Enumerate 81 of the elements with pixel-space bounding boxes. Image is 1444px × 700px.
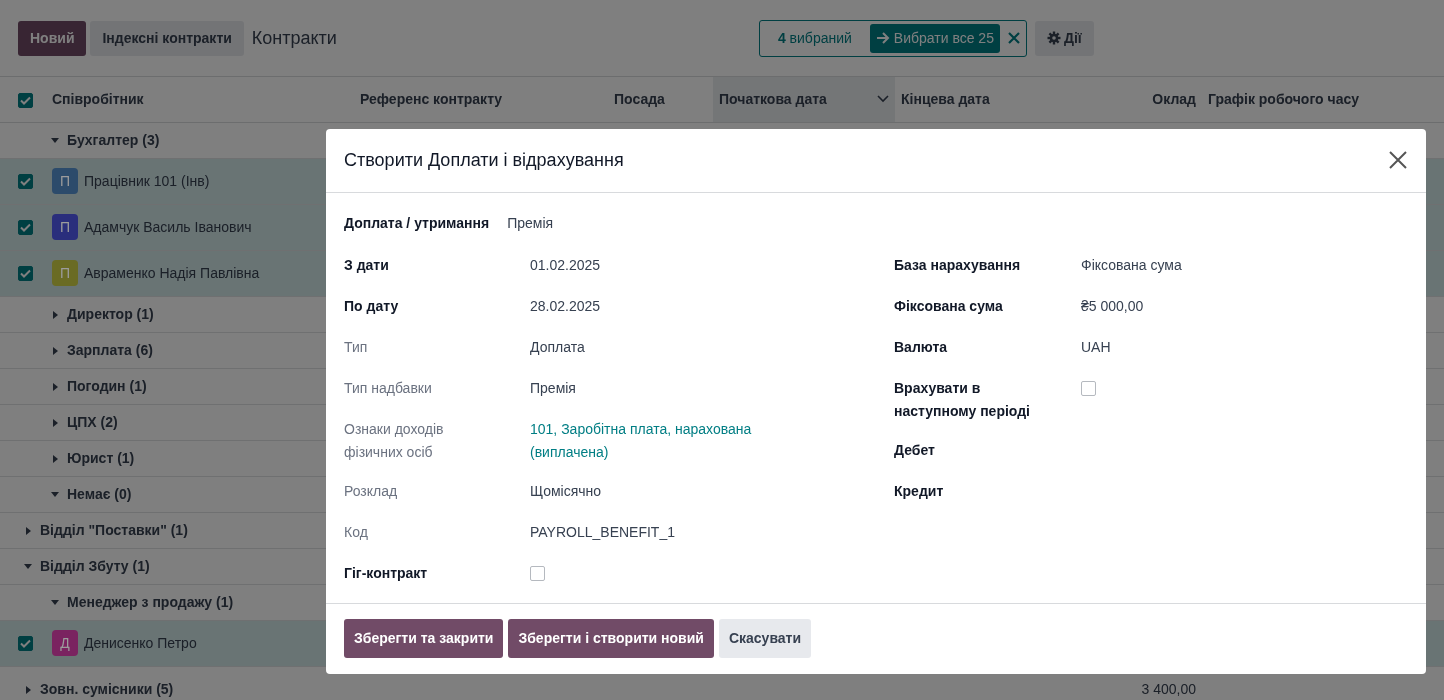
field-label: Врахувати в наступному періоді xyxy=(894,378,1031,421)
field-value: 01.02.2025 xyxy=(530,256,601,273)
selection-count: 4 вибраний xyxy=(777,28,852,48)
column-header[interactable]: Початкова дата xyxy=(713,77,895,122)
field-label: Кредит xyxy=(894,481,945,501)
arrow-right-icon xyxy=(875,32,890,44)
breadcrumb[interactable]: Контракти xyxy=(251,24,337,52)
dialog-button[interactable]: Зберегти і створити новий xyxy=(508,619,714,659)
column-header[interactable]: Кінцева дата xyxy=(895,77,1105,122)
dialog-title: Створити Доплати і відрахування xyxy=(344,149,624,172)
new-button[interactable]: Новий xyxy=(18,20,87,56)
employee-name: Авраменко Надія Павлівна xyxy=(84,264,260,281)
employee-name: Денисенко Петро xyxy=(84,634,197,651)
column-header[interactable]: Графік робочого часу xyxy=(1202,77,1444,122)
actions-button[interactable]: Дії xyxy=(1034,20,1094,56)
group-total: 3 400,00 xyxy=(1141,680,1196,697)
caret-icon xyxy=(51,453,59,464)
field-label: Доплата / утримання xyxy=(344,213,490,233)
field-value: Премія xyxy=(507,213,554,233)
avatar: П xyxy=(52,168,78,194)
caret-icon xyxy=(51,309,59,320)
field-label: Валюта xyxy=(894,337,949,357)
field-label: З дати xyxy=(344,255,390,275)
contracts-button[interactable]: Індексні контракти xyxy=(90,20,244,56)
gear-icon xyxy=(1046,31,1061,45)
group-row[interactable]: Немає (0) xyxy=(51,485,132,502)
checkbox[interactable] xyxy=(18,220,33,236)
avatar: Д xyxy=(52,630,78,656)
group-row[interactable]: Відділ "Поставки" (1) xyxy=(24,521,188,538)
checkbox[interactable] xyxy=(530,566,545,582)
checkbox[interactable] xyxy=(18,92,33,108)
caret-icon xyxy=(51,345,59,356)
field-label: Дебет xyxy=(894,440,936,460)
field-value: Щомісячно xyxy=(530,482,602,499)
caret-icon xyxy=(51,417,59,428)
column-header[interactable]: Оклад xyxy=(1105,77,1202,122)
field-label: По дату xyxy=(344,296,400,316)
group-row[interactable]: Погодин (1) xyxy=(51,377,147,394)
clear-selection-button[interactable] xyxy=(1005,32,1022,44)
field-value: 28.02.2025 xyxy=(530,297,601,314)
field-label: Фіксована сума xyxy=(894,296,1004,316)
column-header[interactable]: Референс контракту xyxy=(354,77,608,122)
group-row[interactable]: Юрист (1) xyxy=(51,449,135,466)
field-label: Гіг-контракт xyxy=(344,563,429,583)
field-value: UAH xyxy=(1081,338,1111,355)
group-row[interactable]: Бухгалтер (3) xyxy=(51,131,160,148)
caret-icon xyxy=(24,684,32,695)
employee-name: Адамчук Василь Іванович xyxy=(84,218,252,235)
checkbox[interactable] xyxy=(18,266,33,282)
field-label: Ознаки доходів фізичних осіб xyxy=(344,419,445,462)
column-header[interactable]: Співробітник xyxy=(46,77,354,122)
chevron-down-icon xyxy=(877,95,889,104)
group-row[interactable]: ЦПХ (2) xyxy=(51,413,118,430)
dialog-button[interactable]: Зберегти та закрити xyxy=(344,619,504,659)
avatar: П xyxy=(52,260,78,286)
employee-name: Працівник 101 (Інв) xyxy=(84,172,210,189)
field-value: PAYROLL_BENEFIT_1 xyxy=(530,523,675,540)
field-value: Фіксована сума xyxy=(1081,256,1182,273)
field-label: Код xyxy=(344,522,369,542)
dialog-button[interactable]: Скасувати xyxy=(718,619,812,659)
select-all-button[interactable]: Вибрати все 25 xyxy=(869,23,1000,53)
group-row[interactable]: Зарплата (6) xyxy=(51,341,153,358)
field-value: ₴5 000,00 xyxy=(1081,297,1144,314)
field-label: Тип надбавки xyxy=(344,378,433,398)
checkbox[interactable] xyxy=(18,636,33,652)
field-label: Тип xyxy=(344,337,369,357)
group-row[interactable]: Менеджер з продажу (1) xyxy=(51,593,234,610)
group-row[interactable]: Зовн. сумісники (5) xyxy=(24,680,174,697)
checkbox[interactable] xyxy=(1081,381,1096,397)
field-value: Премія xyxy=(530,379,576,396)
field-link[interactable]: 101, Заробітна плата, нарахована (виплачена) xyxy=(530,417,790,464)
checkbox[interactable] xyxy=(18,174,33,190)
field-value: Доплата xyxy=(530,338,585,355)
caret-icon xyxy=(51,381,59,392)
caret-icon xyxy=(24,525,32,536)
field-label: Розклад xyxy=(344,481,399,501)
group-row[interactable]: Відділ Збуту (1) xyxy=(24,557,150,574)
close-button[interactable] xyxy=(1386,150,1410,171)
avatar: П xyxy=(52,214,78,240)
group-row[interactable]: Директор (1) xyxy=(51,305,154,322)
field-label: База нарахування xyxy=(894,255,1022,275)
